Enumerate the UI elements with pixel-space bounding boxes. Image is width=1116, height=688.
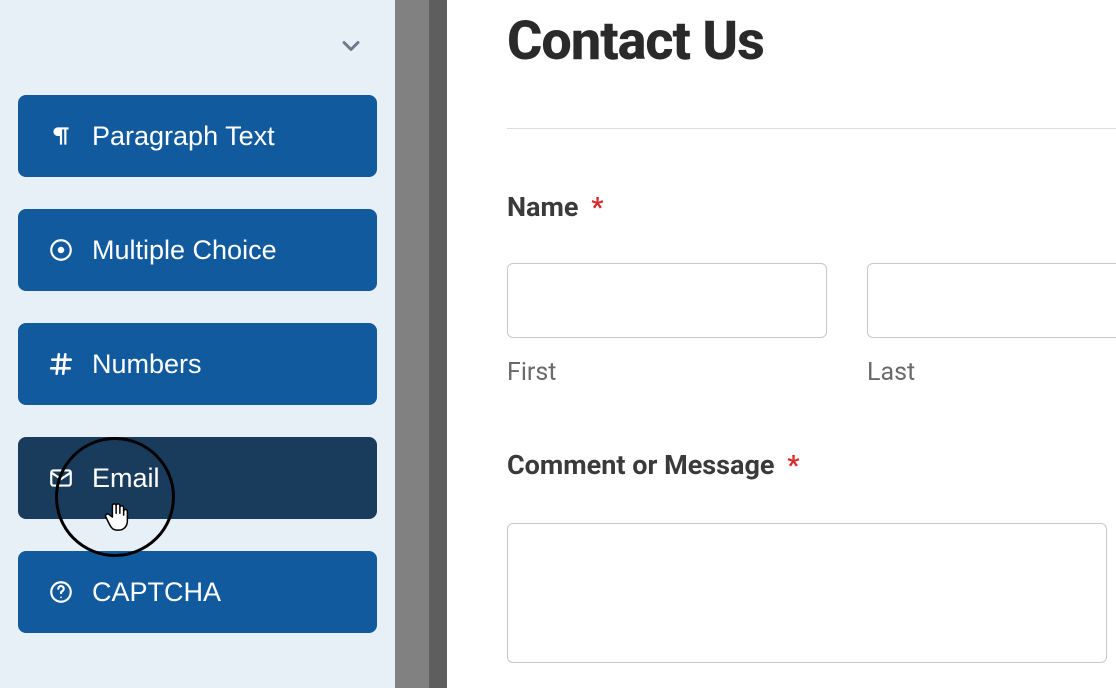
envelope-icon [48,465,92,491]
field-sidebar: Paragraph Text Multiple Choice Numbers E… [0,0,395,688]
required-asterisk: * [787,449,799,481]
pilcrow-icon [48,123,92,149]
last-sublabel: Last [867,358,1116,387]
first-sublabel: First [507,358,827,387]
form-preview: Contact Us Name * First Last Comment or … [447,0,1116,688]
field-label: CAPTCHA [92,577,221,608]
field-numbers[interactable]: Numbers [18,323,377,405]
field-captcha[interactable]: CAPTCHA [18,551,377,633]
hash-icon [48,351,92,377]
name-row: First Last [507,263,1116,387]
question-circle-icon [48,579,92,605]
first-name-input[interactable] [507,263,827,338]
field-multiple-choice[interactable]: Multiple Choice [18,209,377,291]
required-asterisk: * [591,191,603,223]
name-label: Name * [507,191,1116,223]
field-label: Paragraph Text [92,121,275,152]
label-text: Name [507,191,578,223]
label-text: Comment or Message [507,449,775,481]
radio-icon [48,237,92,263]
divider [507,128,1116,129]
field-label: Multiple Choice [92,235,277,266]
comment-textarea[interactable] [507,523,1107,663]
panel-divider[interactable] [395,0,447,688]
last-name-input[interactable] [867,263,1116,338]
field-label: Email [92,463,160,494]
section-collapse[interactable] [18,0,377,95]
chevron-down-icon [337,32,365,64]
page-title: Contact Us [507,10,1116,73]
comment-label: Comment or Message * [507,449,1116,481]
field-label: Numbers [92,349,202,380]
field-paragraph-text[interactable]: Paragraph Text [18,95,377,177]
field-email[interactable]: Email [18,437,377,519]
